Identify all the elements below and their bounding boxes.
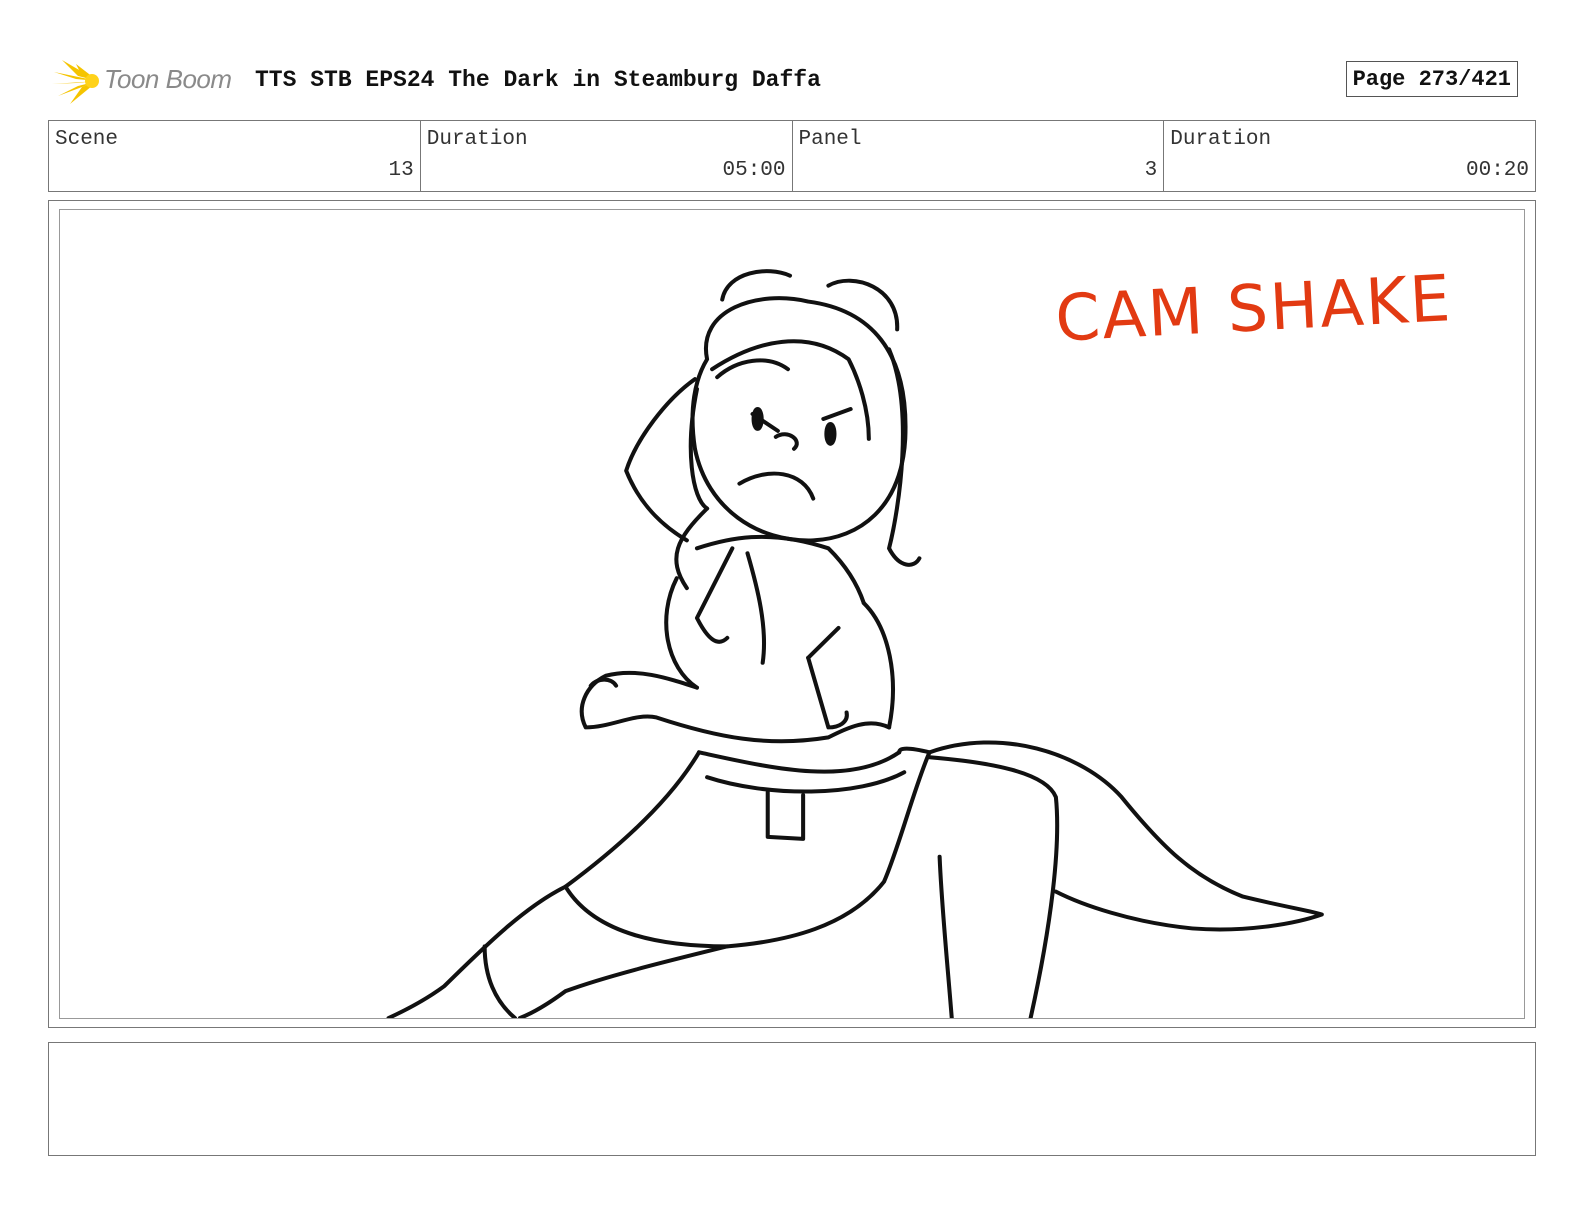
scene-duration-value: 05:00 — [722, 159, 786, 182]
starburst-icon — [52, 60, 99, 104]
panel-cell: Panel 3 — [791, 121, 1164, 191]
scene-value: 13 — [388, 159, 414, 182]
toon-boom-logo: Toon Boom — [52, 56, 252, 106]
panel-duration-value: 00:20 — [1465, 159, 1529, 182]
logo-text: Toon Boom — [104, 64, 232, 94]
scene-duration-label: Duration — [426, 128, 528, 151]
storyboard-panel-image: CAM SHAKE — [59, 209, 1525, 1019]
scene-info-table: Scene 13 Duration 05:00 Panel 3 Duration… — [48, 120, 1536, 192]
panel-duration-cell: Duration 00:20 — [1163, 121, 1535, 191]
document-title: TTS STB EPS24 The Dark in Steamburg Daff… — [255, 67, 821, 93]
storyboard-panel-frame: CAM SHAKE — [48, 200, 1536, 1028]
panel-notes-box — [48, 1042, 1536, 1156]
scene-label: Scene — [55, 128, 119, 151]
page-header: Toon Boom TTS STB EPS24 The Dark in Stea… — [52, 56, 1538, 106]
panel-label: Panel — [798, 128, 862, 151]
page-number: Page 273/421 — [1345, 61, 1518, 97]
panel-value: 3 — [1144, 159, 1158, 182]
panel-duration-label: Duration — [1170, 128, 1272, 151]
scene-cell: Scene 13 — [49, 121, 420, 191]
scene-duration-cell: Duration 05:00 — [419, 121, 792, 191]
